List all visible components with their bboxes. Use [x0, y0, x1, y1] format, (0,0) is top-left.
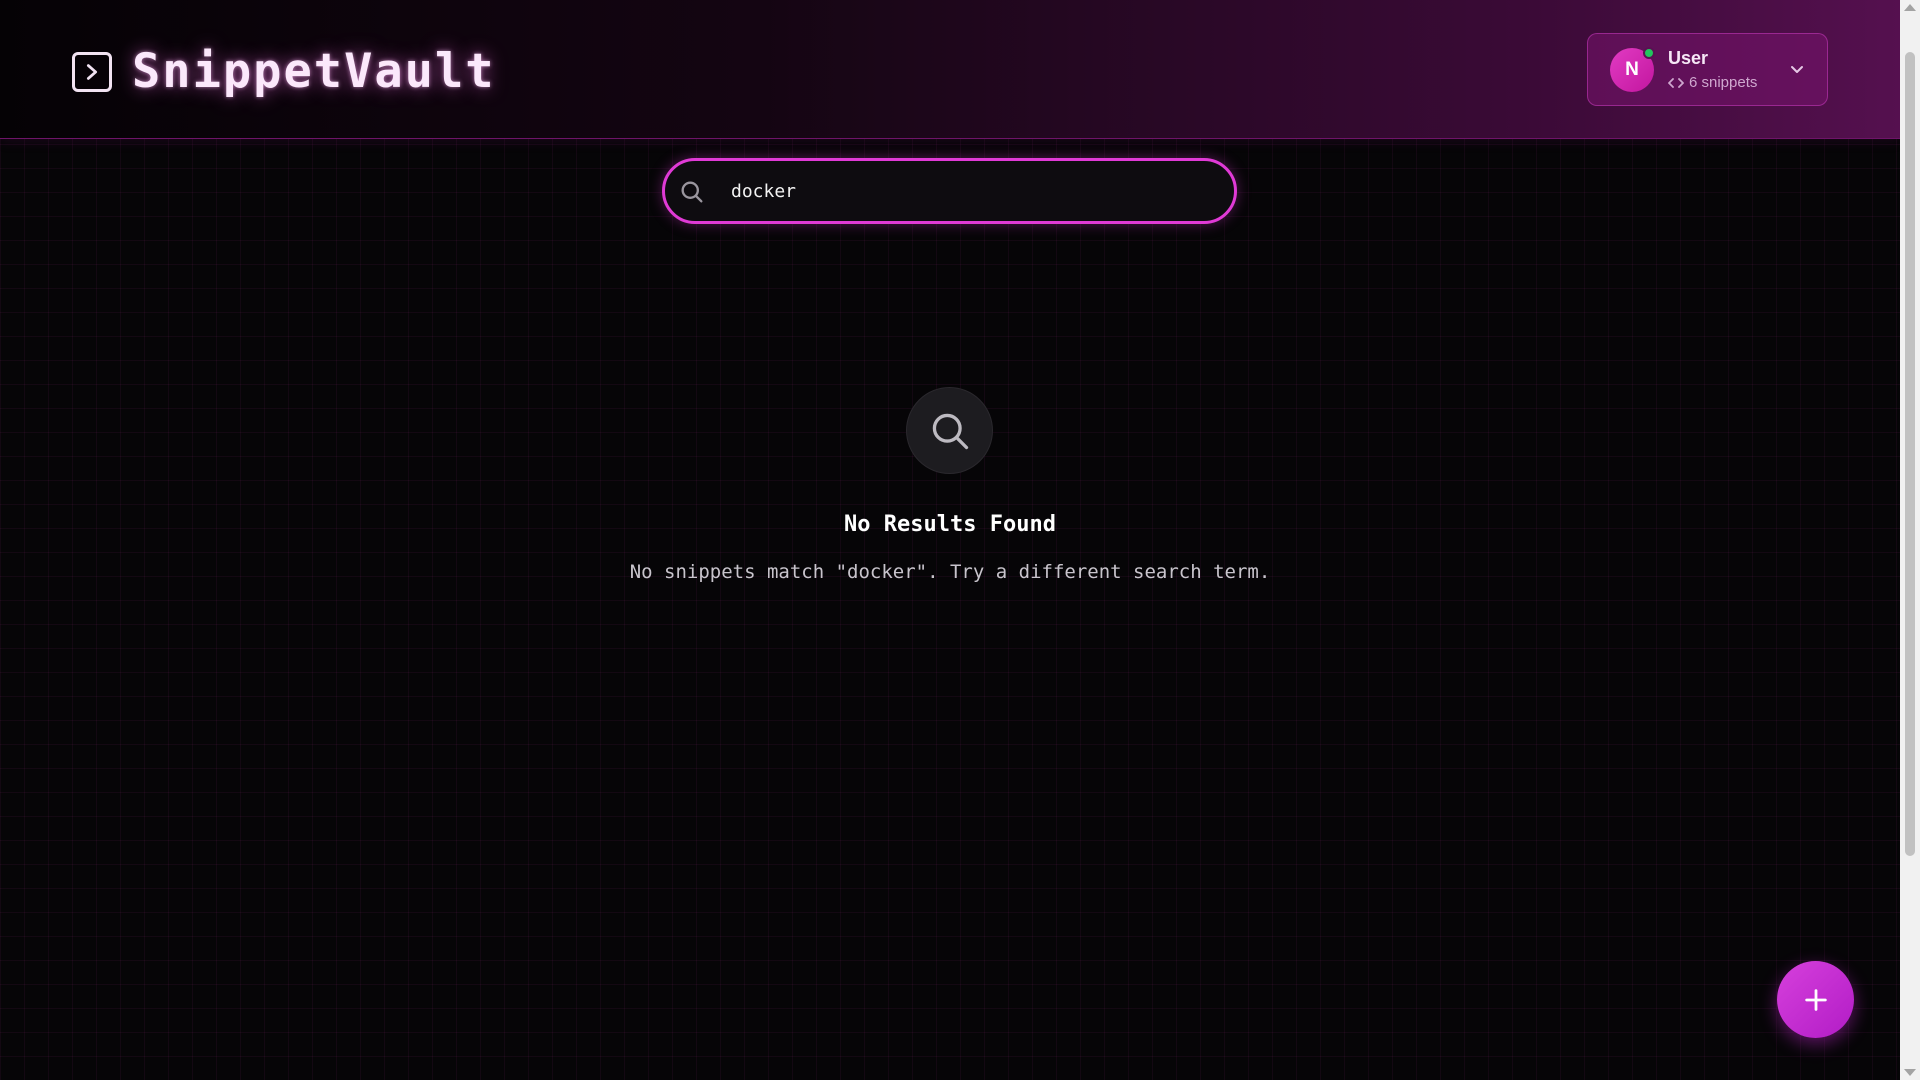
online-status-indicator — [1643, 46, 1655, 59]
scrollbar-thumb[interactable] — [1905, 52, 1915, 856]
search-icon — [681, 181, 703, 203]
avatar: N — [1610, 46, 1655, 92]
app-logo[interactable]: SnippetVault — [72, 44, 496, 99]
app-header: SnippetVault N User 6 snippets — [0, 0, 1900, 139]
scroll-down-arrow-icon[interactable] — [1904, 1069, 1916, 1076]
scroll-up-arrow-icon[interactable] — [1904, 4, 1916, 11]
add-snippet-button[interactable] — [1777, 961, 1854, 1038]
snippet-count: 6 snippets — [1668, 74, 1757, 91]
snippet-count-label: 6 snippets — [1689, 74, 1758, 91]
search-bar[interactable] — [662, 158, 1237, 224]
empty-state-icon-container — [906, 387, 993, 474]
code-icon — [1668, 77, 1684, 88]
user-info: User 6 snippets — [1668, 48, 1757, 91]
empty-state-title: No Results Found — [844, 512, 1056, 537]
search-icon — [932, 413, 968, 449]
chevron-down-icon — [1791, 66, 1803, 73]
user-name: User — [1668, 48, 1709, 68]
app-title: SnippetVault — [132, 44, 496, 99]
terminal-square-icon — [72, 51, 112, 92]
user-menu-button[interactable]: N User 6 snippets — [1587, 33, 1828, 106]
vertical-scrollbar[interactable] — [1900, 0, 1920, 1080]
avatar-initial: N — [1625, 58, 1639, 80]
plus-icon — [1804, 988, 1827, 1011]
search-input[interactable] — [731, 174, 1211, 208]
app-viewport: SnippetVault N User 6 snippets docker No… — [0, 0, 1900, 1080]
empty-state-message: No snippets match "docker". Try a differ… — [629, 561, 1271, 583]
